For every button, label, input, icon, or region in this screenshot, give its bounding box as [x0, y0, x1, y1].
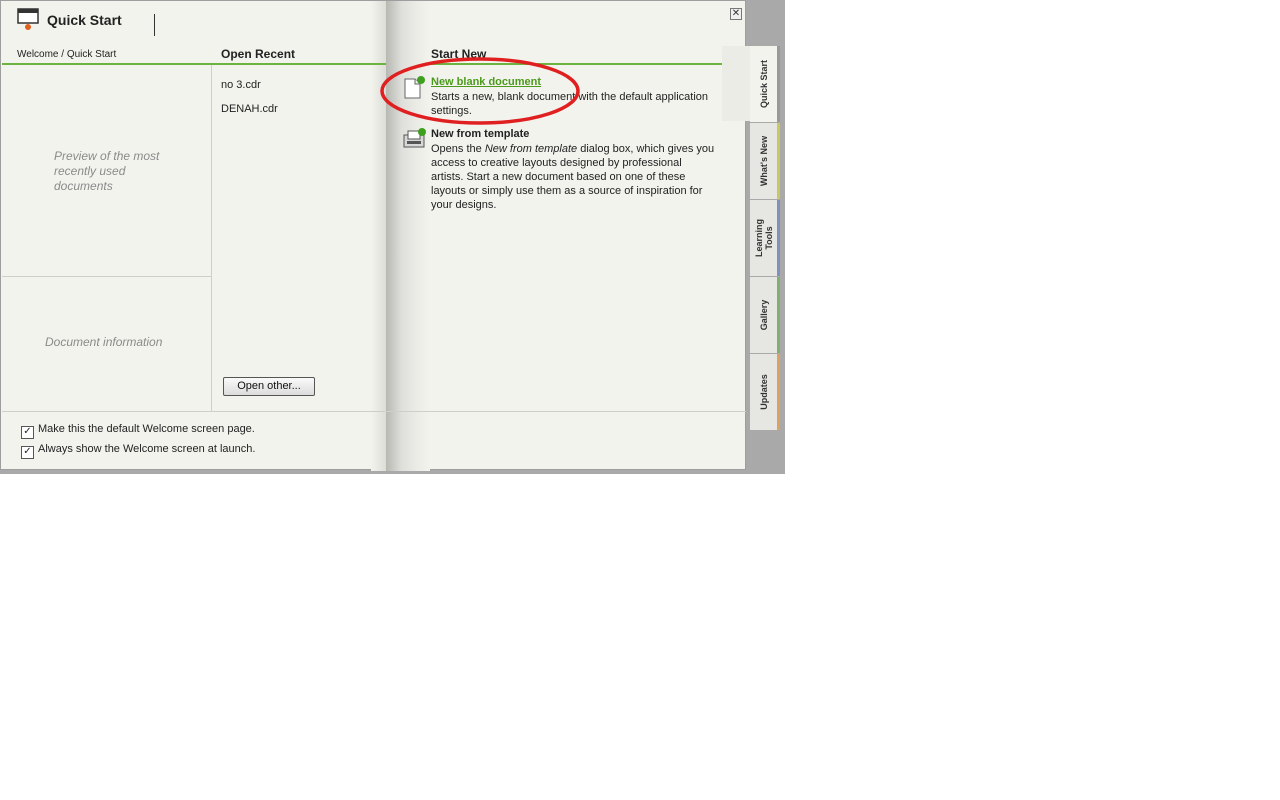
- default-page-checkbox-label: Make this the default Welcome screen pag…: [38, 423, 255, 435]
- app-icon: [17, 8, 39, 30]
- welcome-book: Quick Start ✕ Welcome / Quick Start Open…: [0, 0, 746, 471]
- tab-updates-label: Updates: [758, 374, 769, 410]
- close-button[interactable]: ✕: [730, 8, 742, 20]
- side-tabs: Quick Start What's New Learning Tools Ga…: [750, 46, 780, 430]
- open-recent-heading: Open Recent: [221, 47, 296, 61]
- tab-backing: [722, 46, 750, 121]
- welcome-window: Quick Start ✕ Welcome / Quick Start Open…: [0, 0, 785, 474]
- tab-gallery-label: Gallery: [758, 299, 769, 331]
- open-other-button[interactable]: Open other...: [223, 377, 315, 396]
- preview-pane: [2, 65, 212, 411]
- blank-document-icon[interactable]: [402, 75, 426, 99]
- tab-learning-tools-label: Learning Tools: [753, 219, 774, 258]
- document-info-placeholder: Document information: [45, 335, 163, 349]
- tab-gallery[interactable]: Gallery: [750, 277, 780, 353]
- preview-placeholder: Preview of the most recently used docume…: [54, 149, 160, 193]
- tab-whats-new-label: What's New: [758, 135, 769, 187]
- title-divider: [154, 14, 155, 36]
- breadcrumb: Welcome / Quick Start: [17, 49, 117, 60]
- tab-learning-tools[interactable]: Learning Tools: [750, 200, 780, 276]
- start-new-heading: Start New: [431, 47, 487, 61]
- show-at-launch-checkbox-row[interactable]: ✓ Always show the Welcome screen at launc…: [21, 443, 255, 459]
- recent-file-item[interactable]: no 3.cdr: [221, 79, 261, 91]
- new-from-template-title[interactable]: New from template: [431, 128, 529, 140]
- window-title: Quick Start: [47, 12, 122, 28]
- tab-whats-new[interactable]: What's New: [750, 123, 780, 199]
- book-spine-shadow: [371, 1, 387, 471]
- template-icon[interactable]: [402, 127, 426, 151]
- book-spine: [386, 1, 430, 471]
- show-at-launch-checkbox-label: Always show the Welcome screen at launch…: [38, 443, 256, 455]
- default-page-checkbox-row[interactable]: ✓ Make this the default Welcome screen pa…: [21, 423, 255, 439]
- new-from-template-description: Opens the New from template dialog box, …: [431, 143, 715, 211]
- tab-quick-start-label: Quick Start: [758, 59, 769, 109]
- new-blank-document-link[interactable]: New blank document: [431, 76, 541, 88]
- header-rule-right: [430, 63, 722, 65]
- checkbox-checked-icon[interactable]: ✓: [21, 426, 34, 439]
- tab-quick-start[interactable]: Quick Start: [750, 46, 780, 122]
- footer-divider: [2, 411, 746, 412]
- checkbox-checked-icon[interactable]: ✓: [21, 446, 34, 459]
- tab-updates[interactable]: Updates: [750, 354, 780, 430]
- new-blank-document-description: Starts a new, blank document with the de…: [431, 91, 709, 117]
- recent-file-item[interactable]: DENAH.cdr: [221, 103, 278, 115]
- preview-divider: [2, 276, 212, 277]
